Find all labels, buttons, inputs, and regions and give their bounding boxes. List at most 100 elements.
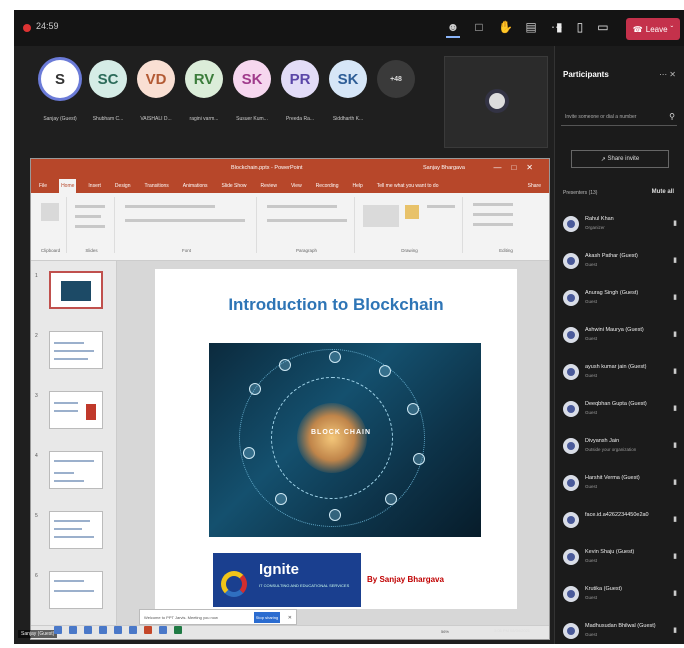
tab-design[interactable]: Design bbox=[113, 179, 133, 193]
ribbon-group-label: Editing bbox=[499, 248, 513, 253]
excel-icon[interactable] bbox=[174, 626, 182, 634]
ribbon-group-editing[interactable]: Editing bbox=[465, 197, 547, 253]
tab-slide-show[interactable]: Slide Show bbox=[220, 179, 249, 193]
avatar bbox=[563, 327, 579, 343]
participant-tile[interactable]: VD VAISHALI D... bbox=[130, 60, 182, 122]
blockchain-hero-image[interactable]: BLOCK CHAIN bbox=[209, 343, 481, 537]
ribbon-group-font[interactable]: Font bbox=[117, 197, 257, 253]
participant-role: Guest bbox=[585, 336, 598, 341]
avatar: SC bbox=[89, 60, 127, 98]
share-invite-button[interactable]: ↗ Share invite bbox=[571, 150, 669, 168]
microphone-icon[interactable]: ▯ bbox=[577, 18, 584, 36]
teams-icon[interactable] bbox=[129, 626, 137, 634]
slide-thumbnail[interactable] bbox=[49, 271, 103, 309]
edge-icon[interactable] bbox=[114, 626, 122, 634]
list-item[interactable]: Anurag Singh (Guest) Guest ▮ bbox=[561, 284, 681, 321]
share-button[interactable]: Share bbox=[526, 179, 543, 193]
avatar bbox=[563, 586, 579, 602]
tell-me-search[interactable]: Tell me what you want to do bbox=[375, 179, 441, 193]
tab-animations[interactable]: Animations bbox=[181, 179, 210, 193]
slide-thumbnail[interactable] bbox=[49, 571, 103, 609]
participant-role: Guest bbox=[585, 595, 598, 600]
participant-role: Guest bbox=[585, 373, 598, 378]
list-item[interactable]: Rahul Khan Organizer ▮ bbox=[561, 210, 681, 247]
tab-review[interactable]: Review bbox=[259, 179, 279, 193]
window-controls[interactable]: —□✕ bbox=[493, 163, 543, 172]
task-view-icon[interactable] bbox=[84, 626, 92, 634]
participant-tile[interactable]: S Sanjay (Guest) bbox=[34, 60, 86, 122]
list-item[interactable]: Ashwini Maurya (Guest) Guest ▮ bbox=[561, 321, 681, 358]
list-item[interactable]: Kevin Shaju (Guest) Guest ▮ bbox=[561, 543, 681, 580]
chat-icon[interactable]: □ bbox=[472, 18, 486, 38]
close-icon[interactable]: ✕ bbox=[288, 610, 292, 626]
zoom-level[interactable]: 56% bbox=[441, 629, 449, 634]
slide-thumbnail[interactable] bbox=[49, 451, 103, 489]
tab-file[interactable]: File bbox=[37, 179, 49, 193]
participant-tile[interactable]: SK Siddharth K... bbox=[322, 60, 374, 122]
list-item[interactable]: Divyansh Jain Outside your organization ▮ bbox=[561, 432, 681, 469]
reactions-icon[interactable]: ✋ bbox=[498, 18, 513, 38]
ppt-window-title: Blockchain.pptx - PowerPoint bbox=[231, 165, 303, 171]
list-item[interactable]: Akash Pathar (Guest) Guest ▮ bbox=[561, 247, 681, 284]
presenters-section-label[interactable]: Presenters (13) bbox=[563, 190, 597, 196]
ribbon-group-label: Font bbox=[181, 248, 191, 253]
ribbon-group-drawing[interactable]: Drawing bbox=[357, 197, 463, 253]
participant-name: ayush kumar jain (Guest) bbox=[585, 364, 647, 370]
rooms-icon[interactable]: ▤ bbox=[524, 18, 538, 38]
network-node-icon bbox=[279, 359, 291, 371]
list-item[interactable]: ayush kumar jain (Guest) Guest ▮ bbox=[561, 358, 681, 395]
share-screen-icon[interactable]: ▭ bbox=[597, 18, 608, 36]
tab-home[interactable]: Home bbox=[59, 179, 77, 193]
participant-role: Guest bbox=[585, 410, 598, 415]
leave-button[interactable]: ☎ Leave ˇ bbox=[626, 18, 680, 40]
ribbon-group-clipboard[interactable]: Clipboard bbox=[35, 197, 67, 253]
explorer-icon[interactable] bbox=[99, 626, 107, 634]
participant-tile[interactable]: RV ragini varm... bbox=[178, 60, 230, 122]
more-participants[interactable]: +48 bbox=[370, 60, 422, 98]
ribbon-group-slides[interactable]: Slides bbox=[69, 197, 115, 253]
tab-help[interactable]: Help bbox=[350, 179, 364, 193]
ribbon-group-label: Slides bbox=[85, 248, 98, 253]
powerpoint-icon[interactable] bbox=[144, 626, 152, 634]
recording-indicator-icon bbox=[23, 24, 31, 32]
list-item[interactable]: Harshit Verma (Guest) Guest ▮ bbox=[561, 469, 681, 506]
current-slide[interactable]: Introduction to Blockchain BLOCK CHAIN I… bbox=[155, 269, 517, 609]
tab-recording[interactable]: Recording bbox=[314, 179, 341, 193]
tab-insert[interactable]: Insert bbox=[86, 179, 103, 193]
ignite-logo[interactable]: Ignite IT CONSULTING AND EDUCATIONAL SER… bbox=[213, 553, 361, 607]
av-controls: ▮ ▯ ▭ bbox=[556, 18, 609, 36]
slide-thumbnail[interactable] bbox=[49, 391, 103, 429]
participant-tile[interactable]: SC Shubham C... bbox=[82, 60, 134, 122]
ribbon-group-paragraph[interactable]: Paragraph bbox=[259, 197, 355, 253]
list-item[interactable]: Deeqbhan Gupta (Guest) Guest ▮ bbox=[561, 395, 681, 432]
mic-icon: ▮ bbox=[673, 553, 677, 560]
slide-title[interactable]: Introduction to Blockchain bbox=[155, 295, 517, 315]
ppt-title-bar: Blockchain.pptx - PowerPoint Sanjay Bhar… bbox=[31, 159, 549, 179]
thumb-text-line bbox=[54, 480, 84, 482]
list-item[interactable]: Krutika (Guest) Guest ▮ bbox=[561, 580, 681, 617]
slide-thumbnail[interactable] bbox=[49, 331, 103, 369]
tab-view[interactable]: View bbox=[289, 179, 304, 193]
thumb-text-line bbox=[54, 410, 78, 412]
mute-all-button[interactable]: Mute all bbox=[652, 189, 674, 195]
participant-tile-name: Shubham C... bbox=[92, 116, 124, 122]
slide-byline[interactable]: By Sanjay Bhargava bbox=[367, 575, 444, 584]
stop-sharing-button[interactable]: Stop sharing bbox=[254, 612, 280, 623]
participants-icon[interactable]: ☻ bbox=[446, 18, 460, 38]
participant-tile[interactable]: SK Susuer Kum... bbox=[226, 60, 278, 122]
thumb-number: 1 bbox=[35, 273, 38, 279]
camera-icon[interactable]: ▮ bbox=[556, 18, 563, 36]
tab-transitions[interactable]: Transitions bbox=[143, 179, 171, 193]
list-item[interactable]: face.id.a4262234450e2a0 ▮ bbox=[561, 506, 681, 543]
invite-input[interactable]: Invite someone or dial a number ⚲ bbox=[561, 108, 677, 126]
panel-controls[interactable]: ⋯ ✕ bbox=[659, 70, 676, 79]
participant-name: face.id.a4262234450e2a0 bbox=[585, 512, 649, 518]
thumb-image bbox=[86, 404, 96, 420]
thumb-text-line bbox=[54, 528, 82, 530]
slide-thumbnail[interactable] bbox=[49, 511, 103, 549]
start-icon[interactable] bbox=[54, 626, 62, 634]
word-icon[interactable] bbox=[159, 626, 167, 634]
search-icon[interactable] bbox=[69, 626, 77, 634]
list-item[interactable]: Madhusudan Bhilwal (Guest) Guest ▮ bbox=[561, 617, 681, 644]
participant-tile[interactable]: PR Preeda Ra... bbox=[274, 60, 326, 122]
